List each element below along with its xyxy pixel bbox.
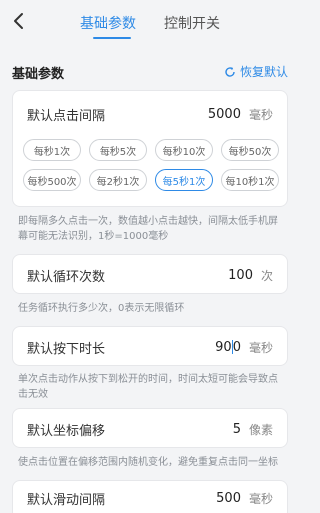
coord-offset-unit: 像素 xyxy=(248,422,273,437)
tab-basic-params[interactable]: 基础参数 xyxy=(80,13,136,33)
loop-count-label: 默认循环次数 xyxy=(27,269,106,285)
coord-offset-label: 默认坐标偏移 xyxy=(27,423,106,439)
click-interval-unit: 毫秒 xyxy=(248,107,273,122)
swipe-interval-card: 默认滑动间隔 500 毫秒 xyxy=(12,480,288,513)
back-button[interactable] xyxy=(8,10,28,32)
section-title: 基础参数 xyxy=(12,67,65,82)
preset-chip-selected[interactable]: 每5秒1次 xyxy=(155,169,213,191)
swipe-interval-input[interactable]: 500 xyxy=(216,491,241,506)
coord-offset-row: 默认坐标偏移 5 像素 xyxy=(27,409,273,449)
top-bar: 基础参数 控制开关 xyxy=(0,0,300,44)
press-duration-hint: 单次点击动作从按下到松开的时间，时间太短可能会导致点击无效 xyxy=(18,374,278,400)
preset-chips: 每秒1次 每秒5次 每秒10次 每秒50次 每秒500次 每2秒1次 每5秒1次… xyxy=(23,139,279,199)
press-duration-value-part: 90 xyxy=(215,339,232,355)
preset-chip[interactable]: 每秒50次 xyxy=(221,139,279,161)
click-interval-hint: 即每隔多久点击一次，数值越小点击越快，间隔太低手机屏幕可能无法识别，1秒=100… xyxy=(18,216,278,242)
coord-offset-input[interactable]: 5 xyxy=(233,422,241,437)
press-duration-row: 默认按下时长 900 毫秒 xyxy=(27,327,273,367)
tab-control-switches[interactable]: 控制开关 xyxy=(164,13,220,33)
swipe-interval-row: 默认滑动间隔 500 毫秒 xyxy=(27,481,273,513)
preset-chip[interactable]: 每秒500次 xyxy=(23,169,81,191)
press-duration-label: 默认按下时长 xyxy=(27,341,106,357)
coord-offset-hint: 使点击位置在偏移范围内随机变化，避免重复点击同一坐标 xyxy=(18,457,278,468)
loop-count-card: 默认循环次数 100 次 xyxy=(12,254,288,294)
preset-chip[interactable]: 每2秒1次 xyxy=(89,169,147,191)
preset-chip[interactable]: 每秒1次 xyxy=(23,139,81,161)
preset-chip[interactable]: 每10秒1次 xyxy=(221,169,279,191)
press-duration-unit: 毫秒 xyxy=(248,340,273,355)
active-tab-indicator xyxy=(93,37,131,39)
restore-defaults-button[interactable]: 恢复默认 xyxy=(224,63,288,80)
restore-defaults-label: 恢复默认 xyxy=(239,65,288,79)
loop-count-input[interactable]: 100 xyxy=(228,268,253,283)
swipe-interval-label: 默认滑动间隔 xyxy=(27,492,106,508)
preset-chip[interactable]: 每秒10次 xyxy=(155,139,213,161)
coord-offset-card: 默认坐标偏移 5 像素 xyxy=(12,408,288,448)
loop-count-unit: 次 xyxy=(260,268,273,283)
refresh-icon xyxy=(225,66,235,77)
press-duration-value-part: 0 xyxy=(232,339,241,355)
click-interval-label: 默认点击间隔 xyxy=(27,108,106,124)
click-interval-card: 默认点击间隔 5000 毫秒 每秒1次 每秒5次 每秒10次 每秒50次 每秒5… xyxy=(12,90,288,207)
click-interval-input[interactable]: 5000 xyxy=(208,107,241,122)
loop-count-row: 默认循环次数 100 次 xyxy=(27,255,273,295)
swipe-interval-unit: 毫秒 xyxy=(248,491,273,506)
chevron-left-icon xyxy=(14,13,23,29)
press-duration-card: 默认按下时长 900 毫秒 xyxy=(12,326,288,366)
preset-chip[interactable]: 每秒5次 xyxy=(89,139,147,161)
click-interval-row: 默认点击间隔 5000 毫秒 xyxy=(27,91,273,137)
loop-count-hint: 任务循环执行多少次，0表示无限循环 xyxy=(18,303,185,314)
press-duration-input[interactable]: 900 xyxy=(215,340,241,355)
